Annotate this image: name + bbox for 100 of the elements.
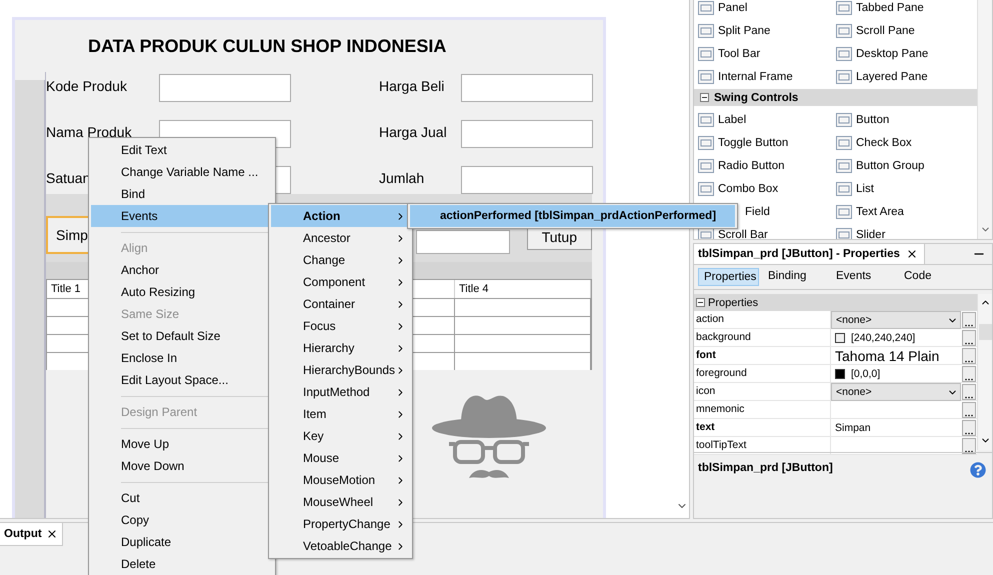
palette-item[interactable]: Radio Button <box>698 154 784 177</box>
panel-tab[interactable]: tblSimpan_prd [JButton] - Properties <box>694 244 925 264</box>
form-button[interactable]: Simp <box>46 216 91 254</box>
palette-item[interactable]: List <box>836 177 874 200</box>
menu-item[interactable]: InputMethod <box>271 381 410 403</box>
palette-item[interactable]: Internal Frame <box>698 65 793 88</box>
palette-item[interactable]: Scroll Pane <box>836 19 915 42</box>
section-header[interactable]: Properties <box>694 294 977 311</box>
menu-item[interactable]: actionPerformed [tblSimpan_prdActionPerformed] <box>410 205 735 227</box>
component-icon <box>698 112 714 126</box>
more-icon <box>965 324 973 327</box>
more-icon <box>965 432 973 435</box>
palette-item[interactable]: Check Box <box>836 131 912 154</box>
palette-item[interactable]: Split Pane <box>698 19 770 42</box>
menu-item[interactable]: Focus <box>271 315 410 337</box>
component-icon <box>836 24 852 38</box>
properties-tab[interactable]: Events <box>831 268 895 286</box>
more-icon <box>965 414 973 417</box>
field-label: Kode Produk <box>46 78 127 94</box>
property-value: [240,240,240] <box>851 332 916 344</box>
palette-item[interactable]: Toggle Button <box>698 131 788 154</box>
menu-item[interactable]: Component <box>271 271 410 293</box>
menu-item[interactable]: Item <box>271 403 410 425</box>
component-icon <box>698 136 714 150</box>
menu-item[interactable]: Delete <box>91 553 273 575</box>
properties-tab[interactable]: Binding <box>763 268 827 286</box>
palette-item[interactable]: Desktop Pane <box>836 42 928 65</box>
palette-item[interactable]: Button Group <box>836 154 924 177</box>
ellipsis-button[interactable] <box>962 384 976 400</box>
menu-item[interactable]: Change Variable Name ... <box>91 161 273 183</box>
column-header: Title 4 <box>455 280 591 302</box>
more-icon <box>965 378 973 381</box>
menu-item[interactable]: Ancestor <box>271 227 410 249</box>
close-icon[interactable] <box>46 528 58 540</box>
menu-item[interactable]: Hierarchy <box>271 337 410 359</box>
palette-item[interactable]: Layered Pane <box>836 65 928 88</box>
help-icon[interactable] <box>970 462 986 478</box>
menu-item[interactable]: Action <box>271 205 410 227</box>
menu-item[interactable]: MouseWheel <box>271 491 410 513</box>
component-icon <box>698 182 714 196</box>
menu-item[interactable]: PropertyChange <box>271 513 410 535</box>
scrollbar[interactable] <box>977 0 992 239</box>
palette-item[interactable]: Combo Box <box>698 177 778 200</box>
palette-item[interactable]: Label <box>698 108 746 131</box>
property-description: tblSimpan_prd [JButton] <box>698 462 833 474</box>
ellipsis-button[interactable] <box>962 330 976 346</box>
form-title: DATA PRODUK CULUN SHOP INDONESIA <box>87 35 448 58</box>
component-icon <box>698 70 714 84</box>
scrollbar[interactable] <box>977 294 992 450</box>
field-label: Harga Jual <box>379 124 447 140</box>
property-value: [0,0,0] <box>851 368 880 380</box>
menu-item[interactable]: Container <box>271 293 410 315</box>
menu-item[interactable]: MouseMotion <box>271 469 410 491</box>
close-icon[interactable] <box>906 248 918 260</box>
collapse-icon[interactable] <box>700 93 709 102</box>
menu-item[interactable]: Mouse <box>271 447 410 469</box>
palette-item[interactable]: Field <box>745 206 770 218</box>
component-icon <box>836 70 852 84</box>
palette-item[interactable]: Button <box>836 108 890 131</box>
menu-item[interactable]: Bind <box>91 183 273 205</box>
menu-item[interactable]: Key <box>271 425 410 447</box>
property-name: toolTipText <box>694 437 831 455</box>
input-field[interactable] <box>159 74 291 102</box>
properties-tab[interactable]: Properties <box>698 268 759 286</box>
more-icon <box>965 360 973 363</box>
component-icon <box>698 46 714 60</box>
collapse-icon[interactable] <box>696 298 705 307</box>
ellipsis-button[interactable] <box>962 348 976 364</box>
menu-item[interactable]: HierarchyBounds <box>271 359 410 381</box>
palette-item[interactable]: Tool Bar <box>698 42 760 65</box>
component-icon <box>836 182 852 196</box>
more-icon <box>965 342 973 345</box>
component-icon <box>836 136 852 150</box>
field-label: Jumlah <box>379 170 424 186</box>
palette-item[interactable]: Panel <box>698 0 748 19</box>
output-tab[interactable]: Output <box>0 523 63 546</box>
ellipsis-button[interactable] <box>962 366 976 382</box>
component-icon <box>836 204 852 218</box>
component-icon <box>836 46 852 60</box>
more-icon <box>965 396 973 399</box>
ellipsis-button[interactable] <box>962 402 976 418</box>
field-label: Harga Beli <box>379 78 444 94</box>
property-value: Tahoma 14 Plain <box>835 348 940 364</box>
menu-item[interactable]: Edit Text <box>91 139 273 161</box>
property-combo[interactable]: <none> <box>831 383 961 401</box>
palette-item[interactable]: Text Area <box>836 200 904 223</box>
palette-item[interactable]: Slider <box>836 223 886 239</box>
input-field[interactable] <box>461 74 593 102</box>
input-field[interactable] <box>416 230 510 254</box>
palette-category[interactable]: Swing Controls <box>694 89 977 106</box>
component-icon <box>836 158 852 172</box>
input-field[interactable] <box>461 166 593 194</box>
more-icon <box>965 450 973 453</box>
properties-tab[interactable]: Code <box>899 268 963 286</box>
menu-item[interactable]: VetoableChange <box>271 535 410 557</box>
scrollbar-thumb[interactable] <box>978 324 992 340</box>
property-combo[interactable]: <none> <box>831 311 961 329</box>
menu-item[interactable]: Change <box>271 249 410 271</box>
input-field[interactable] <box>461 120 593 148</box>
palette-item[interactable]: Tabbed Pane <box>836 0 924 19</box>
